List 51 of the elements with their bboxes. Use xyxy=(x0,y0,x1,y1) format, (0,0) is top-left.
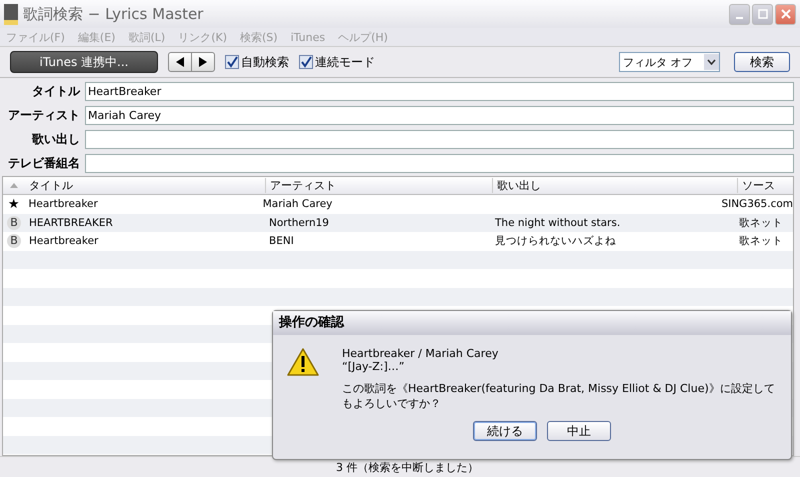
input-field[interactable] xyxy=(85,154,794,173)
maximize-button[interactable] xyxy=(752,4,773,24)
field-label: 歌い出し xyxy=(30,131,80,148)
itunes-button[interactable]: iTunes 連携中... xyxy=(10,51,158,73)
table-cell: 歌ネット xyxy=(739,235,783,248)
badge-marker: B xyxy=(7,234,21,248)
dialog-title: 操作の確認 xyxy=(273,311,791,335)
dialog-question: この歌詞を《HeartBreaker(featuring Da Brat, Missy Elliot & DJ Clue)》に設定してもよろしいですか？ xyxy=(342,381,776,411)
table-cell: Heartbreaker xyxy=(29,235,98,248)
close-button[interactable] xyxy=(775,4,796,24)
table-cell: The night without stars. xyxy=(495,216,620,229)
checkbox-label: 連続モード xyxy=(315,54,375,70)
chevron-down-icon xyxy=(707,59,716,65)
dialog-text: Heartbreaker / Mariah Carey xyxy=(342,347,500,360)
table-cell: SING365.com xyxy=(721,198,793,210)
table-cell: 歌ネット xyxy=(739,216,783,229)
filter-dropdown[interactable]: フィルタ オフ xyxy=(619,52,720,72)
checkbox[interactable] xyxy=(225,55,239,69)
field-label: アーティスト xyxy=(7,107,80,124)
field-label: テレビ番組名 xyxy=(7,155,80,172)
table-cell: Heartbreaker xyxy=(28,198,98,210)
checkbox-label: 自動検索 xyxy=(241,54,289,70)
table-cell: Mariah Carey xyxy=(262,198,332,210)
table-cell: 見つけられないハズよね xyxy=(495,235,616,248)
column-header[interactable]: 歌い出し xyxy=(492,178,737,193)
input-field[interactable]: HeartBreaker xyxy=(85,82,794,101)
input-field[interactable] xyxy=(85,130,794,149)
checkbox[interactable] xyxy=(299,55,313,69)
maximize-icon xyxy=(758,9,768,19)
minimize-icon xyxy=(736,16,743,18)
app-icon xyxy=(4,4,18,24)
dialog-button[interactable]: 続ける xyxy=(473,421,537,441)
dialog-button[interactable]: 中止 xyxy=(547,421,611,441)
warning-icon xyxy=(286,347,320,377)
table-cell: BENI xyxy=(269,235,294,248)
table-cell: Northern19 xyxy=(269,216,329,229)
badge-marker: B xyxy=(7,216,21,230)
star-marker: ★ xyxy=(8,196,20,212)
dialog-text: “[Jay-Z:]…” xyxy=(342,360,406,373)
column-header[interactable]: アーティスト xyxy=(265,178,492,193)
status-text: 3 件（検索を中断しました） xyxy=(336,460,478,474)
column-header[interactable]: ソース xyxy=(737,178,793,193)
sort-up-icon[interactable] xyxy=(9,182,19,189)
search-button[interactable]: 検索 xyxy=(734,52,790,72)
minimize-button[interactable] xyxy=(729,4,750,24)
column-header[interactable]: タイトル xyxy=(25,178,265,193)
field-label: タイトル xyxy=(31,83,80,100)
window-title: 歌詞検索 − Lyrics Master xyxy=(23,4,204,24)
close-icon xyxy=(780,9,790,19)
table-cell: HEARTBREAKER xyxy=(29,216,113,229)
input-field[interactable]: Mariah Carey xyxy=(85,106,794,125)
